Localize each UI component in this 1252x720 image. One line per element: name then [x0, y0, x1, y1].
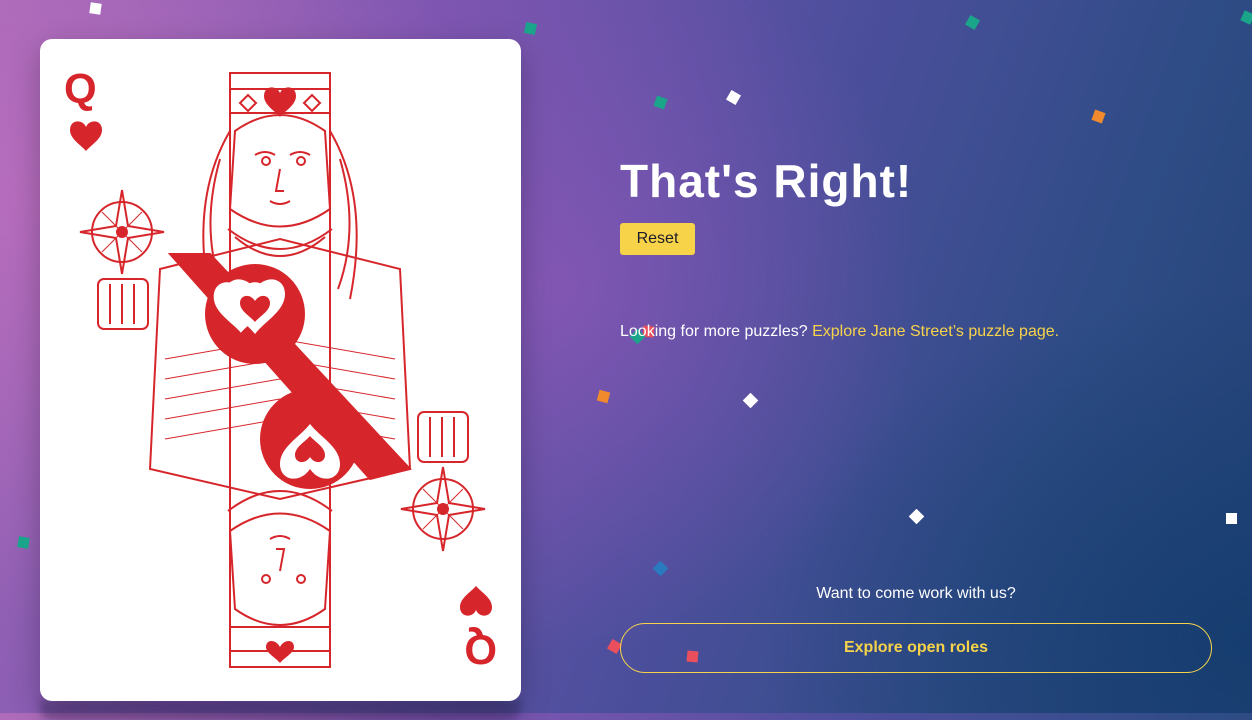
careers-prompt: Want to come work with us? — [816, 585, 1016, 602]
queen-illustration: Q Q — [64, 65, 497, 673]
more-puzzles-text: Looking for more puzzles? Explore Jane S… — [620, 323, 1059, 341]
reset-button[interactable]: Reset — [620, 223, 695, 255]
result-panel: That's Right! Reset Looking for more puz… — [620, 0, 1212, 713]
confetti-piece — [17, 536, 30, 549]
confetti-piece — [523, 21, 538, 36]
card-rank-bottom: Q — [464, 626, 497, 673]
card-shadow — [40, 700, 521, 720]
confetti-piece — [1226, 513, 1237, 524]
confetti-piece — [89, 2, 102, 15]
confetti-piece — [1240, 10, 1252, 25]
heart-icon — [70, 121, 102, 151]
explore-open-roles-button[interactable]: Explore open roles — [620, 623, 1212, 673]
queen-of-hearts-card: Q Q — [40, 39, 521, 701]
puzzle-page-link[interactable]: Explore Jane Street’s puzzle page. — [812, 323, 1059, 340]
more-puzzles-prompt: Looking for more puzzles? — [620, 323, 808, 340]
card-rank-top: Q — [64, 65, 97, 112]
confetti-piece — [596, 389, 611, 404]
result-title: That's Right! — [620, 155, 913, 207]
heart-icon — [460, 586, 492, 616]
